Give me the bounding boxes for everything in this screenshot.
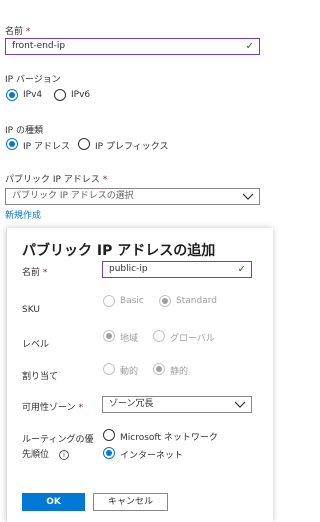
info-icon[interactable]: i bbox=[59, 450, 69, 460]
ok-button[interactable]: OK bbox=[22, 493, 85, 511]
name-field-value: front-end-ip bbox=[12, 41, 66, 51]
public-ip-label: パブリック IP アドレス * bbox=[5, 175, 108, 185]
add-public-ip-panel: パブリック IP アドレスの追加 名前 * public-ip ✓ SKU Ba… bbox=[6, 228, 273, 522]
cancel-button[interactable]: キャンセル bbox=[93, 493, 168, 511]
radio-ip-address[interactable] bbox=[6, 138, 18, 150]
panel-name-label: 名前 * bbox=[22, 268, 48, 278]
routing-label-line1: ルーティングの優 bbox=[22, 435, 94, 445]
radio-assignment-dynamic[interactable] bbox=[103, 363, 115, 375]
checkmark-icon: ✓ bbox=[245, 41, 254, 52]
zone-dropdown-value: ゾーン冗長 bbox=[109, 399, 154, 409]
radio-routing-internet[interactable] bbox=[103, 447, 115, 459]
radio-assignment-static[interactable] bbox=[153, 363, 165, 375]
chevron-down-icon bbox=[234, 401, 246, 408]
radio-sku-standard-label: Standard bbox=[176, 296, 217, 306]
ip-version-label: IP バージョン bbox=[5, 75, 61, 85]
radio-sku-basic-label: Basic bbox=[120, 296, 144, 306]
radio-ipv4-label: IPv4 bbox=[23, 90, 43, 100]
assignment-label: 割り当て bbox=[22, 372, 59, 382]
name-label: 名前 * bbox=[5, 27, 31, 37]
radio-routing-microsoft[interactable] bbox=[103, 429, 115, 441]
public-ip-dropdown-placeholder: パブリック IP アドレスの選択 bbox=[12, 191, 134, 201]
zone-dropdown[interactable]: ゾーン冗長 bbox=[102, 396, 252, 413]
radio-ipv6[interactable] bbox=[54, 89, 66, 101]
radio-routing-microsoft-label: Microsoft ネットワーク bbox=[120, 433, 218, 443]
radio-ip-prefix-label: IP プレフィックス bbox=[95, 142, 169, 152]
panel-name-field-value: public-ip bbox=[109, 264, 148, 274]
radio-ip-address-label: IP アドレス bbox=[23, 142, 70, 152]
ip-type-label: IP の種類 bbox=[5, 126, 43, 136]
radio-level-global-label: グローバル bbox=[170, 334, 215, 344]
routing-label: ルーティングの優 先順位 bbox=[22, 433, 93, 463]
public-ip-dropdown[interactable]: パブリック IP アドレスの選択 bbox=[5, 188, 260, 205]
radio-level-regional[interactable] bbox=[103, 330, 115, 342]
radio-ip-prefix[interactable] bbox=[78, 138, 90, 150]
name-field[interactable]: front-end-ip ✓ bbox=[5, 38, 260, 55]
panel-name-field[interactable]: public-ip ✓ bbox=[102, 261, 252, 278]
radio-ipv6-label: IPv6 bbox=[71, 90, 91, 100]
radio-ipv4[interactable] bbox=[6, 89, 18, 101]
radio-routing-internet-label: インターネット bbox=[120, 451, 184, 461]
radio-level-global[interactable] bbox=[153, 330, 165, 342]
radio-sku-standard[interactable] bbox=[159, 295, 171, 307]
radio-assignment-static-label: 静的 bbox=[170, 367, 189, 377]
radio-level-regional-label: 地域 bbox=[120, 334, 139, 344]
panel-title: パブリック IP アドレスの追加 bbox=[22, 243, 216, 259]
level-label: レベル bbox=[22, 340, 50, 350]
sku-label: SKU bbox=[22, 305, 40, 315]
radio-assignment-dynamic-label: 動的 bbox=[120, 367, 139, 377]
routing-label-line2: 先順位 bbox=[22, 450, 50, 460]
checkmark-icon: ✓ bbox=[237, 264, 246, 275]
create-new-link[interactable]: 新規作成 bbox=[5, 208, 41, 221]
chevron-down-icon bbox=[242, 193, 254, 200]
radio-sku-basic[interactable] bbox=[103, 295, 115, 307]
zone-label: 可用性ゾーン * bbox=[22, 403, 83, 413]
